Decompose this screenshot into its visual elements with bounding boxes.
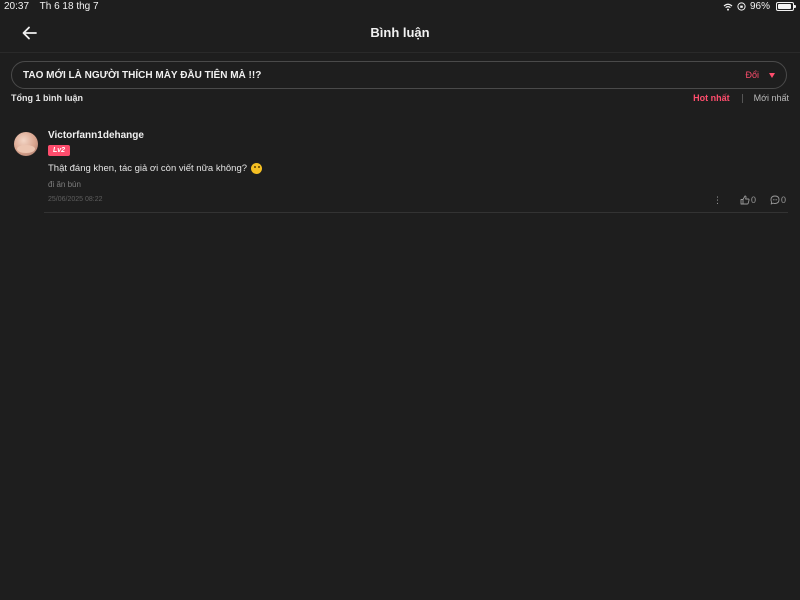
- comment-divider: [44, 212, 788, 213]
- battery-percent: 96%: [749, 1, 770, 12]
- status-left: 20:37 Th 6 18 thg 7: [4, 1, 107, 12]
- sort-hot-tab[interactable]: Hot nhất: [693, 93, 730, 103]
- avatar[interactable]: [14, 132, 38, 156]
- sort-tabs: Hot nhất Mới nhất: [693, 93, 789, 103]
- more-options-icon[interactable]: ⋮: [713, 195, 722, 205]
- comment-timestamp: 25/06/2025 08:22: [48, 196, 103, 203]
- status-bar: 20:37 Th 6 18 thg 7 96%: [0, 0, 800, 14]
- status-right: 96%: [723, 1, 796, 12]
- reply-button[interactable]: 0: [770, 195, 786, 205]
- sort-row: Tổng 1 bình luận Hot nhất Mới nhất: [11, 93, 789, 105]
- status-date: Th 6 18 thg 7: [39, 1, 99, 12]
- comment-text: Thật đáng khen, tác giả ơi còn viết nữa …: [48, 163, 248, 174]
- battery-icon: [776, 2, 796, 11]
- like-button[interactable]: 0: [740, 195, 756, 205]
- comment-chapter-ref: đi ăn bún: [48, 180, 81, 189]
- total-comment-count: Tổng 1 bình luận: [11, 93, 83, 103]
- sort-divider: [741, 93, 743, 103]
- change-chapter-button[interactable]: Đổi: [745, 70, 759, 80]
- nav-bar: Bình luận: [0, 14, 800, 53]
- thinking-emoji-icon: [251, 163, 263, 174]
- comment-bubble-icon: [770, 195, 780, 205]
- orientation-lock-icon: [737, 2, 746, 11]
- page-title: Bình luận: [370, 25, 430, 40]
- comment-username[interactable]: Victorfann1dehange: [48, 130, 144, 141]
- comment-actions: ⋮ 0 0: [713, 195, 786, 205]
- like-count: 0: [750, 195, 756, 205]
- sort-new-tab[interactable]: Mới nhất: [754, 93, 789, 103]
- status-time: 20:37: [4, 1, 30, 12]
- wifi-icon: [723, 3, 733, 11]
- thumbs-up-icon: [740, 195, 750, 205]
- comment-item: Victorfann1dehange Lv2 Thật đáng khen, t…: [0, 123, 800, 213]
- comment-body: Thật đáng khen, tác giả ơi còn viết nữa …: [48, 163, 263, 174]
- chevron-down-icon[interactable]: [769, 72, 775, 78]
- reply-count: 0: [780, 195, 786, 205]
- chapter-selector[interactable]: TAO MỚI LÀ NGƯỜI THÍCH MÀY ĐẦU TIÊN MÀ !…: [11, 61, 787, 89]
- level-badge: Lv2: [48, 145, 71, 156]
- chapter-title: TAO MỚI LÀ NGƯỜI THÍCH MÀY ĐẦU TIÊN MÀ !…: [23, 69, 262, 81]
